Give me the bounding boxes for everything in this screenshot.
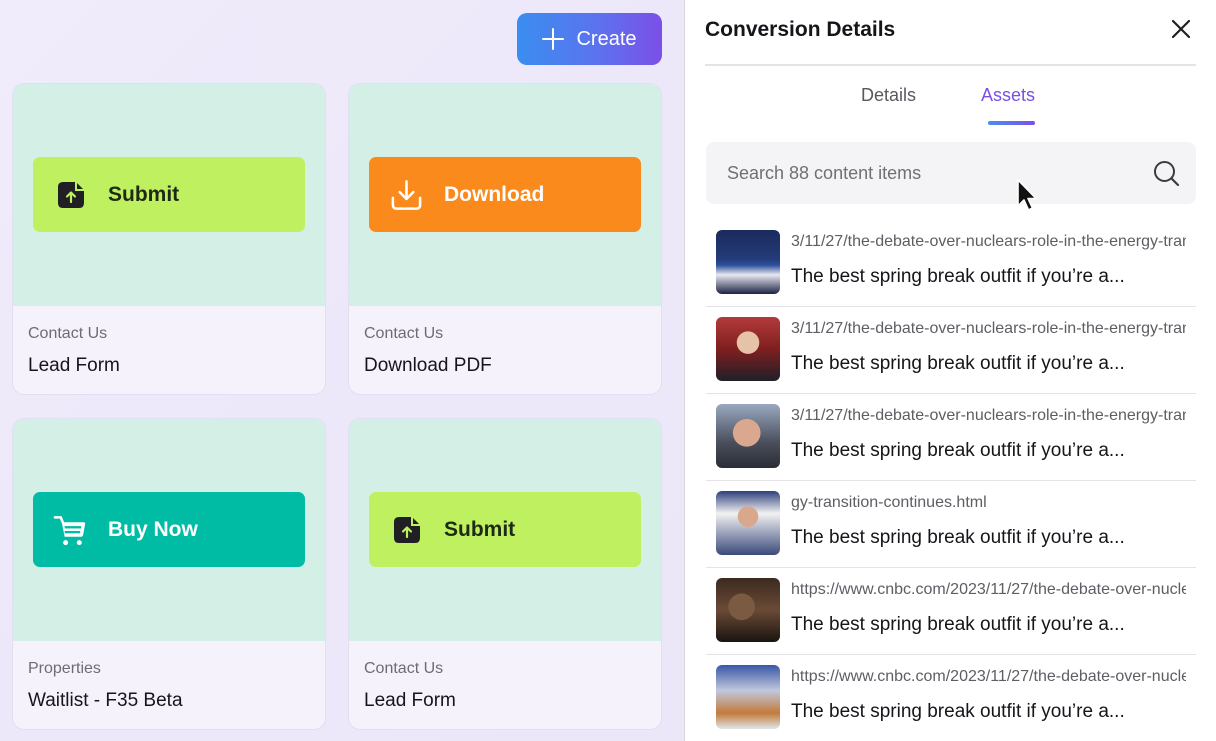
asset-title: The best spring break outfit if you’re a… (791, 701, 1125, 722)
list-item[interactable]: 3/11/27/the-debate-over-nuclears-role-in… (706, 307, 1196, 394)
card-category: Contact Us (28, 325, 108, 342)
asset-title: The best spring break outfit if you’re a… (791, 440, 1125, 461)
tab-assets[interactable]: Assets (981, 85, 1035, 106)
card-action-label: Submit (444, 517, 516, 541)
search-input[interactable] (706, 142, 1146, 204)
card-action-button[interactable]: Download (369, 157, 641, 232)
conversion-card[interactable]: Download Contact Us Download PDF (348, 83, 662, 395)
card-action-button[interactable]: Buy Now (33, 492, 305, 567)
asset-url: gy-transition-continues.html (791, 494, 987, 511)
asset-thumbnail (716, 404, 780, 468)
search-icon[interactable] (1153, 160, 1180, 187)
list-item[interactable]: 3/11/27/the-debate-over-nuclears-role-in… (706, 220, 1196, 307)
conversion-card[interactable]: Submit Contact Us Lead Form (12, 83, 326, 395)
asset-thumbnail (716, 230, 780, 294)
list-item[interactable]: https://www.cnbc.com/2023/11/27/the-deba… (706, 655, 1196, 741)
download-icon (389, 177, 424, 212)
card-action-label: Buy Now (108, 517, 198, 541)
close-icon[interactable] (1170, 18, 1192, 40)
card-category: Properties (28, 660, 101, 677)
card-action-button[interactable]: Submit (369, 492, 641, 567)
asset-thumbnail (716, 317, 780, 381)
plus-icon (542, 28, 565, 50)
card-preview: Submit (349, 419, 661, 641)
shopping-cart-icon (53, 512, 88, 547)
card-preview: Download (349, 84, 661, 306)
asset-url: https://www.cnbc.com/2023/11/27/the-deba… (791, 581, 1186, 598)
conversion-card[interactable]: Submit Contact Us Lead Form (348, 418, 662, 730)
card-category: Contact Us (364, 325, 444, 342)
list-item[interactable]: 3/11/27/the-debate-over-nuclears-role-in… (706, 394, 1196, 481)
conversion-card[interactable]: Buy Now Properties Waitlist - F35 Beta (12, 418, 326, 730)
card-category: Contact Us (364, 660, 444, 677)
asset-url: 3/11/27/the-debate-over-nuclears-role-in… (791, 233, 1186, 250)
card-action-label: Submit (108, 182, 180, 206)
asset-url: 3/11/27/the-debate-over-nuclears-role-in… (791, 320, 1186, 337)
search-box (706, 142, 1196, 204)
card-name: Download PDF (364, 355, 492, 376)
card-action-button[interactable]: Submit (33, 157, 305, 232)
asset-title: The best spring break outfit if you’re a… (791, 266, 1125, 287)
active-tab-indicator (988, 121, 1035, 125)
conversion-grid-area: Create Submit Contact Us Lead Form Downl… (0, 0, 684, 741)
asset-url: https://www.cnbc.com/2023/11/27/the-deba… (791, 668, 1186, 685)
asset-thumbnail (716, 578, 780, 642)
card-preview: Submit (13, 84, 325, 306)
card-name: Lead Form (364, 690, 456, 711)
conversion-details-panel: Conversion Details Details Assets 3/11/2… (684, 0, 1216, 741)
create-button-label: Create (576, 27, 637, 50)
asset-title: The best spring break outfit if you’re a… (791, 353, 1125, 374)
asset-thumbnail (716, 491, 780, 555)
upload-file-icon (389, 512, 424, 547)
tab-details[interactable]: Details (861, 85, 916, 106)
panel-title: Conversion Details (705, 18, 896, 41)
list-item[interactable]: gy-transition-continues.html The best sp… (706, 481, 1196, 568)
create-button[interactable]: Create (517, 13, 662, 65)
card-action-label: Download (444, 182, 545, 206)
asset-title: The best spring break outfit if you’re a… (791, 527, 1125, 548)
list-item[interactable]: https://www.cnbc.com/2023/11/27/the-deba… (706, 568, 1196, 655)
asset-thumbnail (716, 665, 780, 729)
asset-list: 3/11/27/the-debate-over-nuclears-role-in… (706, 220, 1196, 741)
card-name: Lead Form (28, 355, 120, 376)
divider (705, 64, 1196, 66)
card-preview: Buy Now (13, 419, 325, 641)
upload-file-icon (53, 177, 88, 212)
asset-url: 3/11/27/the-debate-over-nuclears-role-in… (791, 407, 1186, 424)
card-name: Waitlist - F35 Beta (28, 690, 183, 711)
asset-title: The best spring break outfit if you’re a… (791, 614, 1125, 635)
